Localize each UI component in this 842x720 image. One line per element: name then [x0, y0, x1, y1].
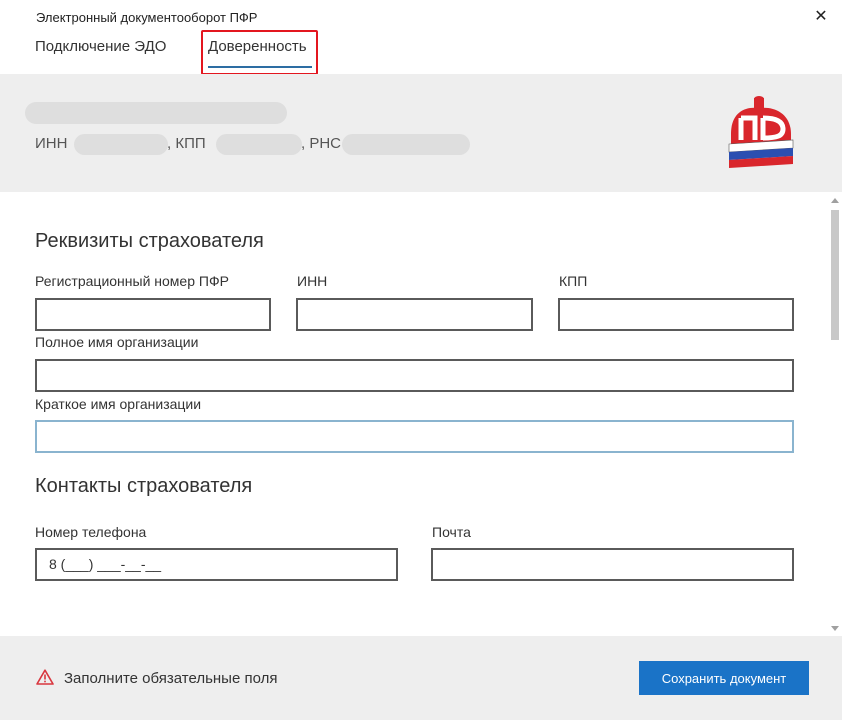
inn-label: ИНН [297, 273, 328, 289]
org-name-redacted [25, 102, 287, 124]
tab-highlight-frame [201, 30, 318, 75]
full-name-label: Полное имя организации [35, 334, 199, 350]
scroll-up-arrow-icon[interactable] [831, 198, 839, 203]
insurer-contacts-title: Контакты страхователя [35, 475, 253, 497]
insurer-details-title: Реквизиты страхователя [35, 230, 264, 252]
window-title: Электронный документооборот ПФР [36, 10, 258, 25]
short-name-label: Краткое имя организации [35, 396, 202, 412]
phone-input[interactable]: 8 (___) ___-__-__ [35, 548, 398, 581]
email-label: Почта [432, 524, 471, 540]
pfr-logo-icon [728, 96, 794, 168]
footer-bar: Заполните обязательные поля Сохранить до… [0, 636, 842, 720]
vertical-scrollbar[interactable] [828, 192, 842, 636]
required-fields-warning: Заполните обязательные поля [64, 670, 278, 687]
warning-triangle-icon [36, 669, 54, 685]
org-inn-redacted [74, 134, 168, 155]
phone-label: Номер телефона [35, 524, 147, 540]
scroll-down-arrow-icon[interactable] [831, 626, 839, 631]
org-rns-label: , РНС [301, 135, 342, 152]
scroll-thumb[interactable] [831, 210, 839, 340]
kpp-input[interactable] [558, 298, 794, 331]
tab-edo-connection[interactable]: Подключение ЭДО [35, 38, 166, 55]
email-input[interactable] [431, 548, 794, 581]
reg-number-input[interactable] [35, 298, 271, 331]
reg-number-label: Регистрационный номер ПФР [35, 273, 229, 289]
full-name-input[interactable] [35, 359, 794, 392]
kpp-label: КПП [559, 273, 588, 289]
short-name-input[interactable] [35, 420, 794, 453]
organization-header: ИНН , КПП , РНС [0, 74, 842, 192]
dialog-window: Электронный документооборот ПФР ✕ Подклю… [0, 0, 842, 720]
org-kpp-redacted [216, 134, 302, 155]
inn-input[interactable] [296, 298, 533, 331]
save-document-button[interactable]: Сохранить документ [639, 661, 809, 695]
close-icon[interactable]: ✕ [812, 8, 830, 26]
form-content: Реквизиты страхователя Регистрационный н… [0, 192, 842, 636]
org-rns-redacted [342, 134, 470, 155]
org-kpp-label: , КПП [167, 135, 206, 152]
org-inn-label: ИНН [35, 135, 68, 152]
